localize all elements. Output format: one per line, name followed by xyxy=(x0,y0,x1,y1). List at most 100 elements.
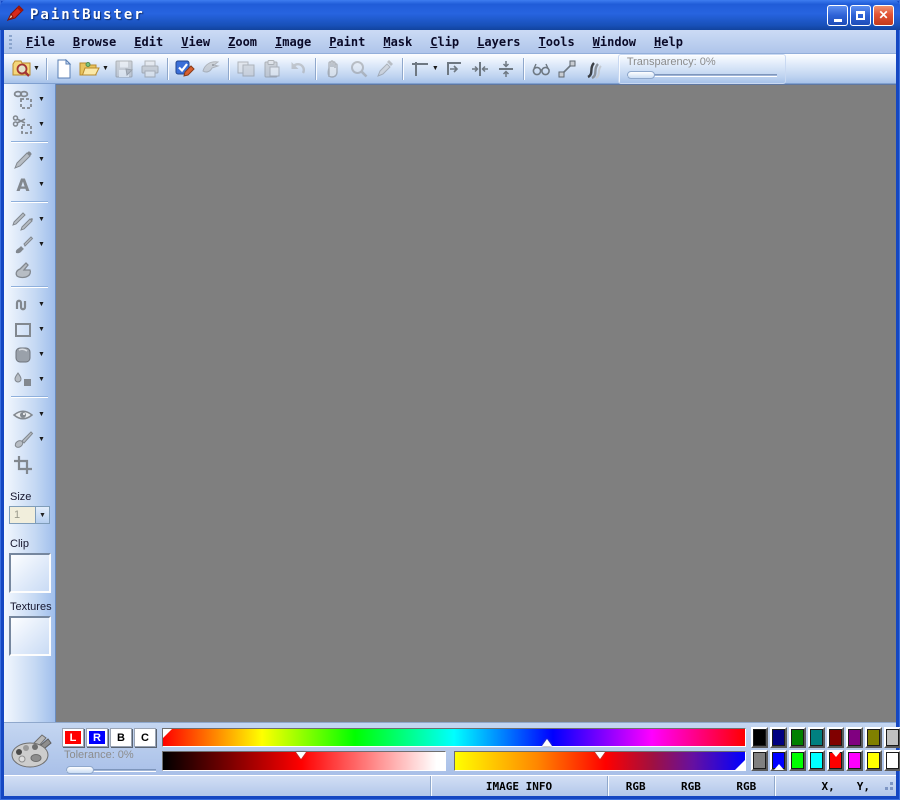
pencil-dropdown-arrow-icon[interactable]: ▼ xyxy=(38,156,45,163)
tint-marker[interactable] xyxy=(595,752,605,759)
align-left-button[interactable] xyxy=(441,56,467,82)
undo-button[interactable] xyxy=(285,56,311,82)
menu-paint[interactable]: Paint xyxy=(320,32,374,52)
tolerance-thumb[interactable] xyxy=(66,766,94,774)
menu-view[interactable]: View xyxy=(172,32,219,52)
palette-swatch[interactable] xyxy=(789,750,806,771)
hue-marker[interactable] xyxy=(542,739,553,746)
menu-file[interactable]: File xyxy=(17,32,64,52)
menubar-grip[interactable] xyxy=(9,34,12,49)
rectangle-tool-button[interactable]: ▼ xyxy=(4,317,55,342)
pencil-tool-button[interactable]: ▼ xyxy=(4,147,55,172)
preferences-button[interactable] xyxy=(172,56,198,82)
menu-clip[interactable]: Clip xyxy=(421,32,468,52)
menu-tools[interactable]: Tools xyxy=(530,32,584,52)
tolerance-slider[interactable] xyxy=(66,765,156,774)
cut-selection-tool-button[interactable]: ▼ xyxy=(4,112,55,137)
menu-help[interactable]: Help xyxy=(645,32,692,52)
new-button[interactable] xyxy=(51,56,77,82)
size-dropdown[interactable]: 1 ▼ xyxy=(9,506,50,524)
fill-dropdown-arrow-icon[interactable]: ▼ xyxy=(38,376,45,383)
save-button[interactable] xyxy=(111,56,137,82)
open-button[interactable]: ▼ xyxy=(77,56,111,82)
select-marquee-tool-button[interactable]: ▼ xyxy=(4,87,55,112)
curve-tool-button[interactable]: ▼ xyxy=(4,292,55,317)
zoom-button[interactable] xyxy=(346,56,372,82)
palette-swatch[interactable] xyxy=(808,750,825,771)
copy-button[interactable] xyxy=(233,56,259,82)
palette-swatch[interactable] xyxy=(865,750,882,771)
blend-button[interactable] xyxy=(580,56,606,82)
menu-browse[interactable]: Browse xyxy=(64,32,125,52)
brush-dropdown-arrow-icon[interactable]: ▼ xyxy=(38,241,45,248)
text-tool-button[interactable]: A ▼ xyxy=(4,172,55,197)
size-dropdown-arrow-icon[interactable]: ▼ xyxy=(35,507,49,523)
hue-bar[interactable] xyxy=(162,728,746,747)
palette-swatch[interactable] xyxy=(827,750,844,771)
palette-swatch[interactable] xyxy=(770,750,787,771)
curve-dropdown-arrow-icon[interactable]: ▼ xyxy=(38,301,45,308)
cut-selection-dropdown-arrow-icon[interactable]: ▼ xyxy=(38,121,45,128)
crop-tool-button[interactable] xyxy=(4,452,55,477)
textures-preview[interactable] xyxy=(9,616,51,656)
menu-layers[interactable]: Layers xyxy=(468,32,529,52)
smear-dropdown-arrow-icon[interactable]: ▼ xyxy=(38,436,45,443)
eagle-button[interactable] xyxy=(198,56,224,82)
palette-swatch[interactable] xyxy=(884,727,900,748)
tint-bar[interactable] xyxy=(454,751,746,771)
text-dropdown-arrow-icon[interactable]: ▼ xyxy=(38,181,45,188)
clip-preview[interactable] xyxy=(9,553,51,593)
align-center-v-button[interactable] xyxy=(493,56,519,82)
palette-swatch[interactable] xyxy=(789,727,806,748)
mode-c-button[interactable]: C xyxy=(134,728,156,747)
smear-tool-button[interactable]: ▼ xyxy=(4,427,55,452)
resize-grip[interactable] xyxy=(882,779,894,794)
fill-tool-button[interactable]: ▼ xyxy=(4,367,55,392)
pens-dropdown-arrow-icon[interactable]: ▼ xyxy=(38,216,45,223)
preview-glasses-button[interactable] xyxy=(528,56,554,82)
palette-swatch[interactable] xyxy=(827,727,844,748)
menu-edit[interactable]: Edit xyxy=(125,32,172,52)
menu-mask[interactable]: Mask xyxy=(374,32,421,52)
measure-dropdown-arrow-icon[interactable]: ▼ xyxy=(432,65,439,72)
eyedropper-button[interactable] xyxy=(372,56,398,82)
maximize-button[interactable] xyxy=(850,4,871,26)
measure-button[interactable]: ▼ xyxy=(407,56,441,82)
menu-window[interactable]: Window xyxy=(584,32,645,52)
palette-swatch[interactable] xyxy=(865,727,882,748)
mode-l-button[interactable]: L xyxy=(62,728,84,747)
browse-button[interactable]: ▼ xyxy=(8,56,42,82)
mode-r-button[interactable]: R xyxy=(86,728,108,747)
palette-swatch[interactable] xyxy=(751,727,768,748)
pens-tool-button[interactable]: ▼ xyxy=(4,207,55,232)
rectangle-dropdown-arrow-icon[interactable]: ▼ xyxy=(38,326,45,333)
close-button[interactable]: ✕ xyxy=(873,4,894,26)
print-button[interactable] xyxy=(137,56,163,82)
palette-swatch[interactable] xyxy=(846,750,863,771)
transparency-slider[interactable] xyxy=(626,70,777,79)
red-eye-tool-button[interactable]: ▼ xyxy=(4,402,55,427)
palette-swatch[interactable] xyxy=(770,727,787,748)
glove-tool-button[interactable] xyxy=(4,257,55,282)
brush-tool-button[interactable]: ▼ xyxy=(4,232,55,257)
palette-swatch[interactable] xyxy=(846,727,863,748)
minimize-button[interactable] xyxy=(827,4,848,26)
pan-button[interactable] xyxy=(320,56,346,82)
mode-b-button[interactable]: B xyxy=(110,728,132,747)
palette-swatch[interactable] xyxy=(884,750,900,771)
shade-marker[interactable] xyxy=(296,752,307,759)
transparency-thumb[interactable] xyxy=(626,70,655,79)
red-eye-dropdown-arrow-icon[interactable]: ▼ xyxy=(38,411,45,418)
browse-dropdown-arrow-icon[interactable]: ▼ xyxy=(33,65,40,72)
palette-swatch[interactable] xyxy=(751,750,768,771)
open-dropdown-arrow-icon[interactable]: ▼ xyxy=(102,65,109,72)
palette-swatch[interactable] xyxy=(808,727,825,748)
path-node-button[interactable] xyxy=(554,56,580,82)
select-marquee-dropdown-arrow-icon[interactable]: ▼ xyxy=(38,96,45,103)
paste-button[interactable] xyxy=(259,56,285,82)
menu-zoom[interactable]: Zoom xyxy=(219,32,266,52)
align-center-h-button[interactable] xyxy=(467,56,493,82)
rounded-rect-dropdown-arrow-icon[interactable]: ▼ xyxy=(38,351,45,358)
rounded-rect-tool-button[interactable]: ▼ xyxy=(4,342,55,367)
menu-image[interactable]: Image xyxy=(266,32,320,52)
